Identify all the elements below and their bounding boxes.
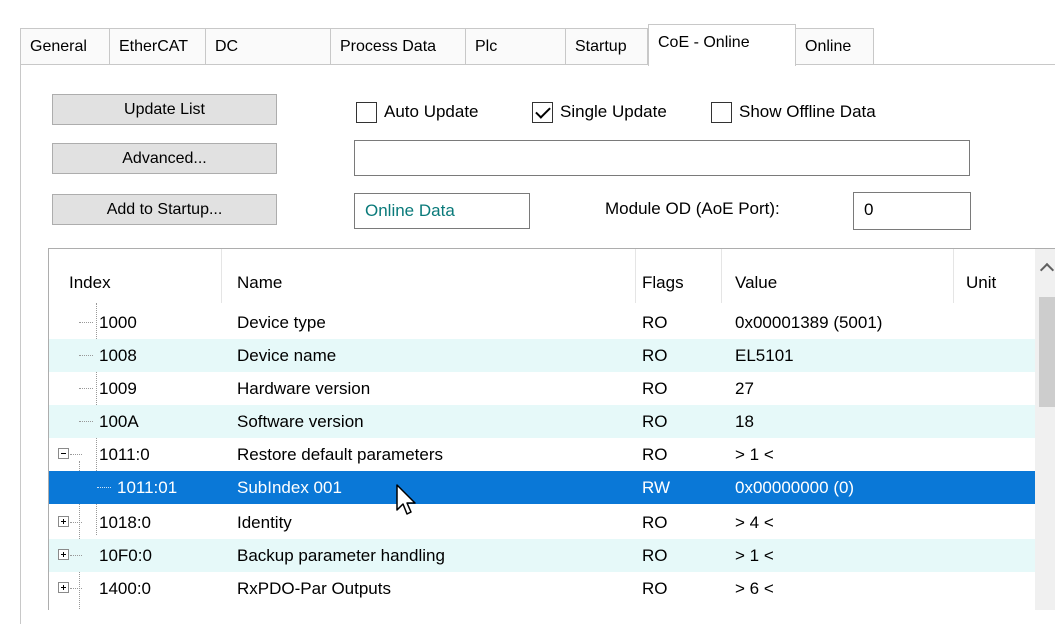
row-index: 1011:01 <box>117 478 178 497</box>
tab-general[interactable]: General <box>20 28 110 65</box>
single-update-checkbox[interactable]: Single Update <box>532 100 667 124</box>
header-index[interactable]: Index <box>69 273 111 293</box>
tree-line <box>79 355 93 356</box>
row-flags: RO <box>642 379 668 398</box>
tab-ethercat[interactable]: EtherCAT <box>110 28 206 65</box>
advanced-button[interactable]: Advanced... <box>52 143 277 174</box>
row-index: 1009 <box>99 379 137 398</box>
tab-startup[interactable]: Startup <box>566 28 648 65</box>
tab-online[interactable]: Online <box>796 28 874 65</box>
column-divider[interactable] <box>721 249 722 303</box>
row-flags: RO <box>642 313 668 332</box>
tab-process-data[interactable]: Process Data <box>331 28 466 65</box>
row-name: Backup parameter handling <box>237 546 445 565</box>
table-row[interactable]: 10F0:0 Backup parameter handling RO > 1 … <box>49 539 1035 572</box>
expand-icon[interactable] <box>58 549 69 560</box>
add-to-startup-button[interactable]: Add to Startup... <box>52 194 277 225</box>
row-name: Hardware version <box>237 379 371 398</box>
tree-line <box>97 487 111 488</box>
table-header: Index Name Flags Value Unit <box>49 249 1049 303</box>
row-index: 1018:0 <box>99 513 151 532</box>
row-index: 1000 <box>99 313 137 332</box>
row-name: RxPDO-Par Outputs <box>237 579 391 598</box>
module-od-label: Module OD (AoE Port): <box>605 199 780 218</box>
online-data-field: Online Data <box>354 193 530 229</box>
object-dictionary-table: Index Name Flags Value Unit 1000 Device … <box>48 248 1055 610</box>
row-index: 1400:0 <box>99 579 151 598</box>
row-name: Device name <box>237 346 337 365</box>
row-value: > 1 < <box>735 546 774 565</box>
row-index: 1008 <box>99 346 137 365</box>
row-flags: RO <box>642 412 668 431</box>
scrollbar-thumb[interactable] <box>1039 297 1055 407</box>
row-value: 0x00000000 (0) <box>735 478 855 497</box>
table-row[interactable]: 1011:0 Restore default parameters RO > 1… <box>49 438 1035 471</box>
tab-coe-online[interactable]: CoE - Online <box>648 24 796 66</box>
table-row[interactable]: 100A Software version RO 18 <box>49 405 1035 438</box>
advanced-text-field[interactable] <box>354 140 970 176</box>
table-row[interactable]: 1018:0 Identity RO > 4 < <box>49 506 1035 539</box>
table-row[interactable]: 1009 Hardware version RO 27 <box>49 372 1035 405</box>
row-index: 100A <box>99 412 139 431</box>
row-value: > 6 < <box>735 579 774 598</box>
expand-icon[interactable] <box>58 582 69 593</box>
row-name: Software version <box>237 412 364 431</box>
table-row[interactable]: 1008 Device name RO EL5101 <box>49 339 1035 372</box>
column-divider[interactable] <box>221 249 222 303</box>
header-name[interactable]: Name <box>237 273 282 293</box>
expand-icon[interactable] <box>58 516 69 527</box>
row-value: EL5101 <box>735 346 794 365</box>
row-index: 1011:0 <box>99 445 150 464</box>
header-value[interactable]: Value <box>735 273 777 293</box>
row-name: SubIndex 001 <box>237 478 342 497</box>
single-update-label: Single Update <box>560 102 667 121</box>
row-value: 27 <box>735 379 754 398</box>
row-value: > 4 < <box>735 513 774 532</box>
mouse-pointer-icon <box>396 484 416 515</box>
tab-dc[interactable]: DC <box>206 28 331 65</box>
tab-plc[interactable]: Plc <box>466 28 566 65</box>
tree-line <box>70 522 82 523</box>
tree-line <box>79 421 93 422</box>
show-offline-data-label: Show Offline Data <box>739 102 876 121</box>
tree-line <box>70 588 82 589</box>
row-value: 0x00001389 (5001) <box>735 313 883 332</box>
table-row[interactable]: 1000 Device type RO 0x00001389 (5001) <box>49 306 1035 339</box>
row-flags: RO <box>642 546 668 565</box>
row-flags: RO <box>642 346 668 365</box>
row-value: 18 <box>735 412 754 431</box>
table-row-selected[interactable]: 1011:01 SubIndex 001 RW 0x00000000 (0) <box>49 471 1035 504</box>
row-name: Identity <box>237 513 292 532</box>
row-flags: RW <box>642 478 671 497</box>
row-index: 10F0:0 <box>99 546 152 565</box>
column-divider[interactable] <box>953 249 954 303</box>
tree-line <box>70 555 82 556</box>
checkbox-unchecked-icon <box>711 101 732 123</box>
tree-line <box>79 322 93 323</box>
row-name: Device type <box>237 313 326 332</box>
checkbox-checked-icon <box>532 101 553 123</box>
module-od-port-input[interactable]: 0 <box>853 192 971 230</box>
header-unit[interactable]: Unit <box>966 273 996 293</box>
header-flags[interactable]: Flags <box>642 273 684 293</box>
scroll-up-arrow-icon[interactable] <box>1039 262 1055 278</box>
checkbox-unchecked-icon <box>356 101 377 123</box>
table-row[interactable]: 1400:0 RxPDO-Par Outputs RO > 6 < <box>49 572 1035 605</box>
row-flags: RO <box>642 579 668 598</box>
auto-update-label: Auto Update <box>384 102 479 121</box>
tree-line <box>70 454 82 455</box>
collapse-icon[interactable] <box>58 448 69 459</box>
tree-line <box>79 388 93 389</box>
row-flags: RO <box>642 513 668 532</box>
row-name: Restore default parameters <box>237 445 443 464</box>
row-flags: RO <box>642 445 668 464</box>
tab-strip: General EtherCAT DC Process Data Plc Sta… <box>20 24 1055 66</box>
auto-update-checkbox[interactable]: Auto Update <box>356 100 479 124</box>
update-list-button[interactable]: Update List <box>52 94 277 125</box>
column-divider[interactable] <box>635 249 636 303</box>
row-value: > 1 < <box>735 445 774 464</box>
show-offline-data-checkbox[interactable]: Show Offline Data <box>711 100 876 124</box>
vertical-scrollbar[interactable] <box>1035 249 1055 610</box>
